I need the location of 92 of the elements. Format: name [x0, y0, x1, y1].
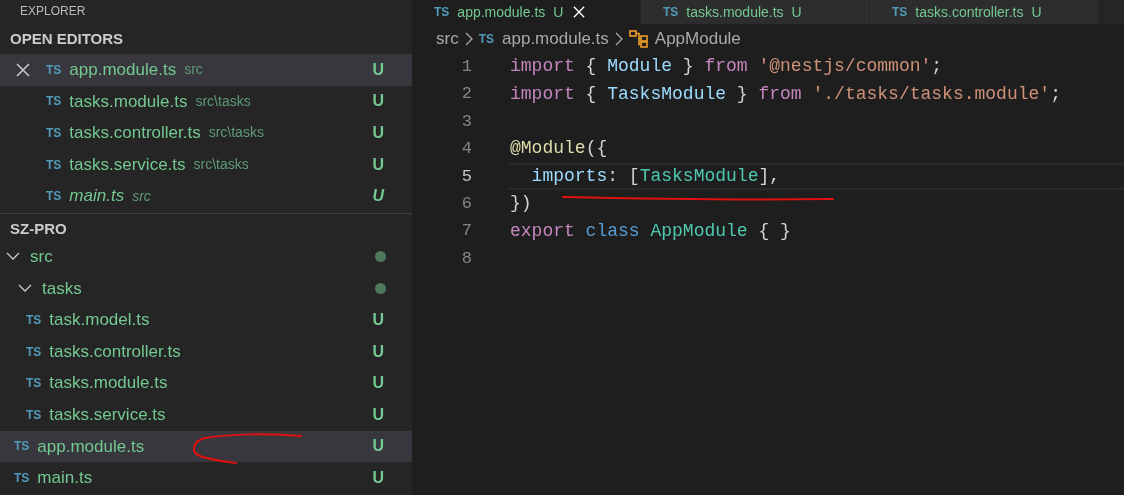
file-item[interactable]: TS tasks.module.ts U [0, 367, 412, 399]
file-type-icon: TS [46, 63, 62, 76]
status-letter: U [372, 341, 384, 362]
breadcrumb-item[interactable]: src [436, 26, 459, 52]
status-letter: U [553, 2, 564, 22]
status-letter: U [372, 373, 384, 394]
open-editor-item[interactable]: TS main.ts src U [0, 180, 412, 212]
file-type-icon: TS [26, 345, 42, 358]
class-symbol-icon [628, 30, 649, 48]
file-type-icon: TS [46, 158, 62, 171]
status-letter: U [372, 404, 384, 425]
file-path: src\tasks [193, 155, 249, 175]
file-type-icon: TS [26, 408, 42, 421]
file-name: tasks.module.ts [49, 372, 168, 395]
chevron-down-icon[interactable] [6, 252, 20, 262]
code-line: import { Module } from '@nestjs/common'; [510, 55, 943, 79]
open-editor-item[interactable]: TS app.module.ts src U [0, 54, 412, 86]
status-letter: U [372, 436, 384, 457]
explorer-title: EXPLORER [20, 3, 86, 20]
file-name: tasks.service.ts [69, 153, 186, 176]
file-type-icon: TS [478, 33, 494, 45]
file-name: tasks.controller.ts [69, 122, 201, 145]
file-item[interactable]: TS tasks.service.ts U [0, 398, 412, 431]
file-name: tasks.service.ts [49, 404, 166, 426]
file-name: tasks.module.ts [69, 90, 188, 113]
folder-item[interactable]: src [0, 240, 412, 273]
file-path: src [184, 60, 203, 80]
file-type-icon: TS [663, 6, 679, 18]
status-letter: U [372, 309, 384, 330]
status-letter: U [372, 154, 384, 175]
status-letter: U [372, 59, 384, 80]
tab-label: app.module.ts [457, 2, 546, 22]
status-letter: U [372, 123, 384, 143]
tab-label: tasks.controller.ts [915, 2, 1024, 22]
code-line: @Module({ [510, 137, 608, 161]
file-path: src\tasks [195, 91, 251, 111]
file-name: app.module.ts [69, 59, 177, 82]
section-header[interactable]: SZ-PRO [10, 217, 67, 241]
open-editor-item[interactable]: TS tasks.module.ts src\tasks U [0, 85, 412, 118]
file-item[interactable]: TS tasks.controller.ts U [0, 335, 412, 368]
file-type-icon: TS [434, 6, 450, 18]
folder-name: src [30, 246, 53, 268]
line-number: 4 [460, 138, 472, 161]
file-path: src [132, 186, 151, 206]
open-editor-item[interactable]: TS tasks.service.ts src\tasks U [0, 148, 412, 181]
file-name: tasks.controller.ts [49, 340, 181, 363]
line-number: 1 [460, 55, 472, 78]
file-type-icon: TS [892, 6, 908, 18]
code-line: import { TasksModule } from './tasks/tasks.module'; [510, 82, 1061, 106]
file-type-icon: TS [26, 313, 42, 326]
status-letter: U [1031, 2, 1042, 22]
status-letter: U [791, 2, 802, 22]
file-type-icon: TS [46, 95, 62, 108]
file-path: src\tasks [208, 123, 264, 143]
folder-name: tasks [42, 277, 82, 300]
tab-label: tasks.module.ts [686, 2, 784, 22]
chevron-right-icon [464, 32, 473, 46]
line-number: 7 [460, 220, 472, 243]
file-type-icon: TS [14, 440, 30, 453]
file-type-icon: TS [26, 377, 42, 390]
file-type-icon: TS [46, 127, 62, 139]
line-number: 3 [460, 110, 472, 133]
breadcrumb-item[interactable]: AppModule [654, 26, 741, 52]
chevron-down-icon[interactable] [18, 283, 32, 293]
line-number: 2 [460, 83, 472, 106]
folder-item[interactable]: tasks [0, 272, 412, 305]
breadcrumb-item[interactable]: app.module.ts [502, 26, 609, 52]
editor-tab[interactable]: TS tasks.controller.ts U [870, 0, 1099, 24]
file-type-icon: TS [46, 190, 62, 203]
chevron-right-icon [614, 32, 623, 46]
editor-tab[interactable]: TS tasks.module.ts U [641, 0, 870, 24]
status-letter: U [372, 91, 384, 112]
line-number: 8 [460, 247, 472, 270]
line-number: 6 [460, 192, 472, 215]
file-type-icon: TS [14, 471, 30, 484]
status-letter: U [372, 467, 384, 488]
file-name: task.model.ts [49, 309, 150, 332]
code-line: }) [510, 192, 532, 216]
line-number: 5 [460, 165, 472, 188]
file-item[interactable]: TS main.ts U [0, 462, 412, 494]
open-editor-item[interactable]: TS tasks.controller.ts src\tasks U [0, 117, 412, 149]
file-name: app.module.ts [37, 435, 145, 458]
status-letter: U [372, 186, 384, 207]
file-item[interactable]: TS task.model.ts U [0, 304, 412, 336]
file-name: main.ts [69, 185, 125, 208]
editor-tab[interactable]: TS app.module.ts U [412, 0, 641, 24]
close-icon[interactable] [16, 62, 30, 77]
file-name: main.ts [37, 467, 93, 490]
code-line: imports: [TasksModule], [530, 164, 781, 188]
section-header[interactable]: OPEN EDITORS [10, 27, 124, 51]
file-item[interactable]: TS app.module.ts U [0, 430, 412, 463]
code-line: export class AppModule { } [510, 219, 791, 243]
